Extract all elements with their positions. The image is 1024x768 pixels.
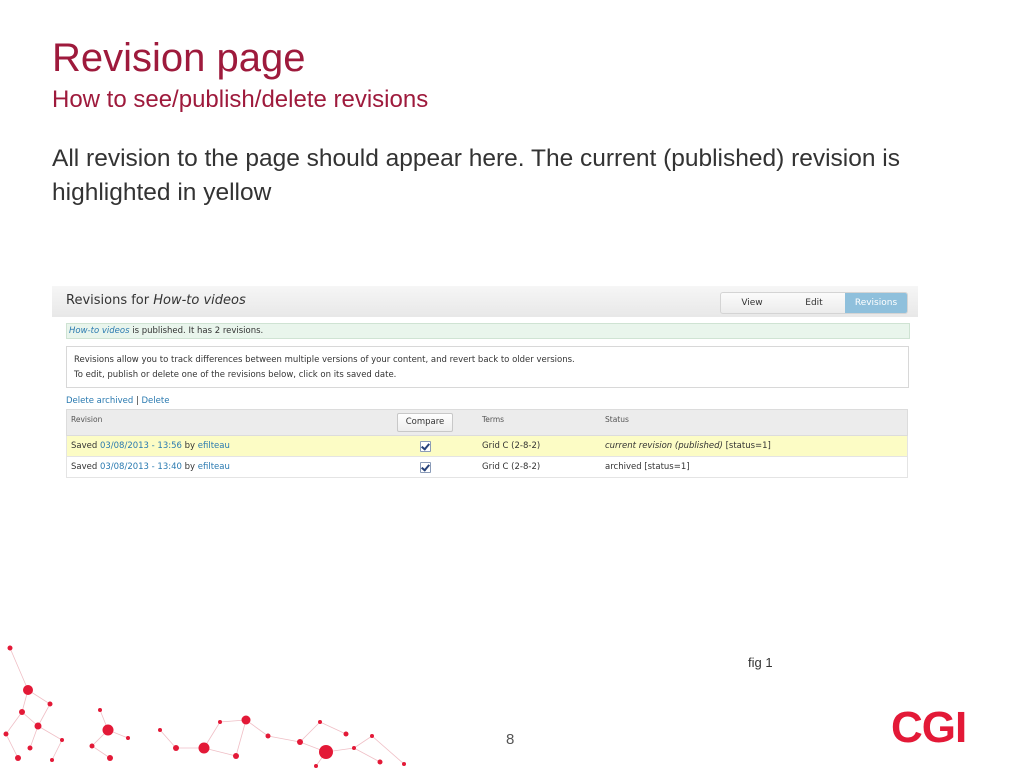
revision-cell: Saved 03/08/2013 - 13:40 by efilteau	[71, 457, 230, 477]
table-header: Revision Compare Terms Status	[66, 409, 908, 436]
figure-label: fig 1	[748, 655, 773, 670]
revisions-screenshot: Revisions for How-to videos View Edit Re…	[52, 286, 918, 482]
revisions-title-prefix: Revisions for	[66, 293, 154, 308]
compare-checkbox[interactable]	[420, 441, 431, 452]
delete-links: Delete archived | Delete	[66, 396, 169, 406]
delete-archived-link[interactable]: Delete archived	[66, 396, 133, 406]
revision-date-link[interactable]: 03/08/2013 - 13:56	[100, 441, 182, 451]
revisions-table: Revision Compare Terms Status Saved 03/0…	[66, 409, 908, 478]
status-code: [status=1]	[722, 441, 771, 451]
by-label: by	[181, 441, 198, 451]
tab-revisions[interactable]: Revisions	[845, 293, 907, 313]
revision-user-link[interactable]: efilteau	[198, 441, 230, 451]
saved-label: Saved	[71, 441, 100, 451]
status-cell: archived [status=1]	[605, 462, 690, 472]
revisions-header: Revisions for How-to videos View Edit Re…	[52, 286, 918, 317]
network-dots-decoration	[3, 645, 406, 768]
page-number: 8	[506, 731, 515, 748]
status-text: is published. It has 2 revisions.	[129, 326, 264, 336]
header-revision: Revision	[71, 415, 103, 424]
cgi-logo: CGI	[891, 703, 967, 752]
help-line-1: Revisions allow you to track differences…	[74, 355, 575, 365]
table-row-current: Saved 03/08/2013 - 13:56 by efilteau Gri…	[66, 436, 908, 457]
status-current-label: current revision (published)	[605, 441, 723, 451]
header-terms: Terms	[482, 415, 505, 424]
revisions-title: Revisions for How-to videos	[66, 293, 246, 308]
published-status-message: How-to videos is published. It has 2 rev…	[66, 323, 910, 339]
status-cell: current revision (published) [status=1]	[605, 436, 771, 456]
terms-cell: Grid C (2-8-2)	[482, 441, 541, 451]
terms-cell: Grid C (2-8-2)	[482, 462, 541, 472]
tab-edit[interactable]: Edit	[783, 293, 845, 313]
status-node-title[interactable]: How-to videos	[69, 326, 130, 336]
revision-cell: Saved 03/08/2013 - 13:56 by efilteau	[71, 436, 230, 456]
link-separator: |	[135, 396, 139, 406]
slide-subtitle: How to see/publish/delete revisions	[52, 86, 429, 113]
slide-title: Revision page	[52, 36, 306, 80]
compare-button[interactable]: Compare	[397, 413, 453, 432]
header-status: Status	[605, 415, 629, 424]
help-line-2: To edit, publish or delete one of the re…	[74, 370, 397, 380]
slide-body-text: All revision to the page should appear h…	[52, 145, 901, 206]
delete-link[interactable]: Delete	[142, 396, 170, 406]
table-row-archived: Saved 03/08/2013 - 13:40 by efilteau Gri…	[66, 457, 908, 478]
revision-date-link[interactable]: 03/08/2013 - 13:40	[100, 462, 182, 472]
compare-checkbox[interactable]	[420, 462, 431, 473]
revisions-title-node: How-to videos	[153, 293, 246, 308]
help-box: Revisions allow you to track differences…	[66, 346, 909, 388]
by-label: by	[181, 462, 198, 472]
tab-bar: View Edit Revisions	[720, 292, 908, 314]
saved-label: Saved	[71, 462, 100, 472]
revision-user-link[interactable]: efilteau	[198, 462, 230, 472]
tab-view[interactable]: View	[721, 293, 783, 313]
